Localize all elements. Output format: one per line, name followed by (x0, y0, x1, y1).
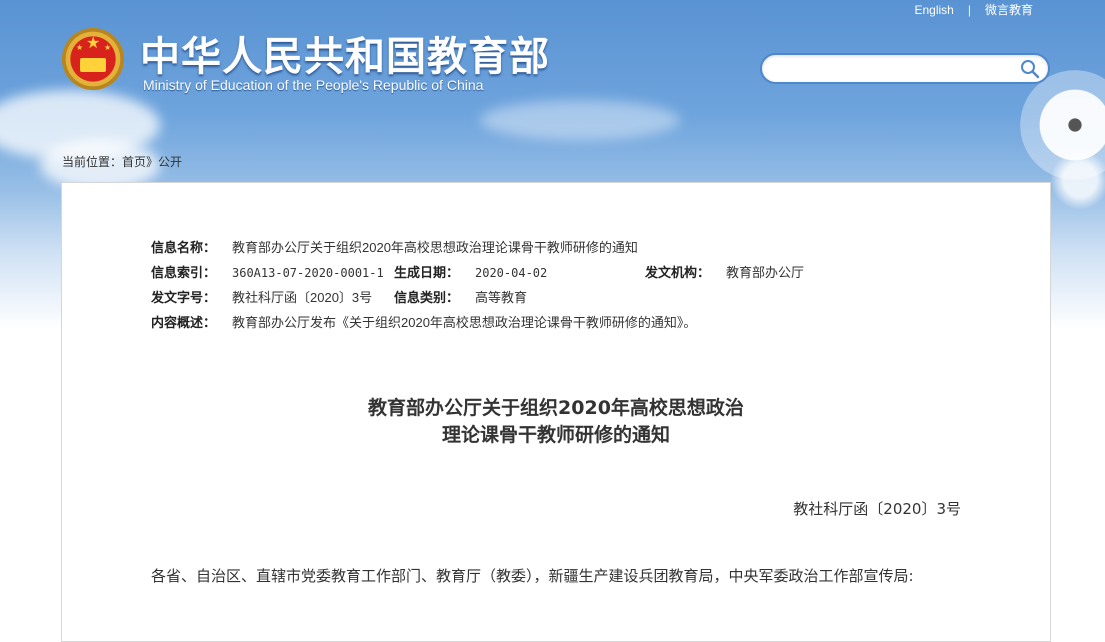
breadcrumb-separator: 》 (146, 155, 159, 169)
issuer-value: 教育部办公厅 (726, 265, 805, 280)
site-subtitle: Ministry of Education of the People's Re… (143, 77, 484, 93)
weiyan-jiaoyu-link[interactable]: 微言教育 (985, 1, 1033, 18)
site-title[interactable]: 中华人民共和国教育部 (140, 24, 550, 82)
meta-row-summary: 内容概述： 教育部办公厅发布《关于组织2020年高校思想政治理论课骨干教师研修的通… (151, 310, 804, 335)
breadcrumb-home-link[interactable]: 首页 (122, 155, 146, 169)
index-label: 信息索引： (151, 265, 217, 280)
content-panel: 信息名称： 教育部办公厅关于组织2020年高校思想政治理论课骨干教师研修的通知 信… (61, 182, 1051, 642)
search-icon[interactable] (1020, 59, 1040, 79)
document-number: 教社科厅函〔2020〕3号 (793, 500, 961, 518)
breadcrumb-prefix: 当前位置： (62, 155, 123, 169)
document-title-line2: 理论课骨干教师研修的通知 (441, 424, 670, 446)
document-metadata: 信息名称： 教育部办公厅关于组织2020年高校思想政治理论课骨干教师研修的通知 信… (151, 235, 804, 335)
breadcrumb-current-link[interactable]: 公开 (158, 155, 182, 169)
index-value: 360A13-07-2020-0001-1 (232, 266, 384, 280)
search-input[interactable] (774, 59, 1018, 81)
search-box[interactable] (760, 53, 1050, 84)
document-title-line1: 教育部办公厅关于组织2020年高校思想政治 (368, 397, 744, 419)
date-value: 2020-04-02 (475, 266, 548, 280)
docno-value: 教社科厅函〔2020〕3号 (232, 290, 373, 305)
dandelion-decoration (1050, 150, 1105, 210)
info-name-label: 信息名称： (151, 240, 217, 255)
document-title: 教育部办公厅关于组织2020年高校思想政治 理论课骨干教师研修的通知 (62, 395, 1050, 449)
cloud-decoration (480, 100, 680, 140)
meta-row-docno: 发文字号： 教社科厅函〔2020〕3号 信息类别： 高等教育 (151, 285, 804, 310)
issuer-label: 发文机构： (645, 265, 711, 280)
breadcrumb: 当前位置：首页》公开 (62, 153, 182, 170)
summary-value: 教育部办公厅发布《关于组织2020年高校思想政治理论课骨干教师研修的通知》。 (232, 315, 697, 330)
link-separator: | (967, 3, 971, 17)
category-value: 高等教育 (475, 290, 528, 305)
meta-row-name: 信息名称： 教育部办公厅关于组织2020年高校思想政治理论课骨干教师研修的通知 (151, 235, 804, 260)
meta-row-index: 信息索引： 360A13-07-2020-0001-1 生成日期： 2020-04-0… (151, 260, 804, 285)
top-links: English | 微言教育 (915, 1, 1034, 18)
info-name-value: 教育部办公厅关于组织2020年高校思想政治理论课骨干教师研修的通知 (232, 240, 638, 255)
docno-label: 发文字号： (151, 290, 217, 305)
date-label: 生成日期： (394, 265, 460, 280)
english-link[interactable]: English (915, 3, 954, 17)
document-salutation: 各省、自治区、直辖市党委教育工作部门、教育厅（教委），新疆生产建设兵团教育局，中… (151, 567, 914, 585)
summary-label: 内容概述： (151, 315, 217, 330)
category-label: 信息类别： (394, 290, 460, 305)
national-emblem-logo[interactable]: ★ ★ ★ (60, 26, 126, 92)
